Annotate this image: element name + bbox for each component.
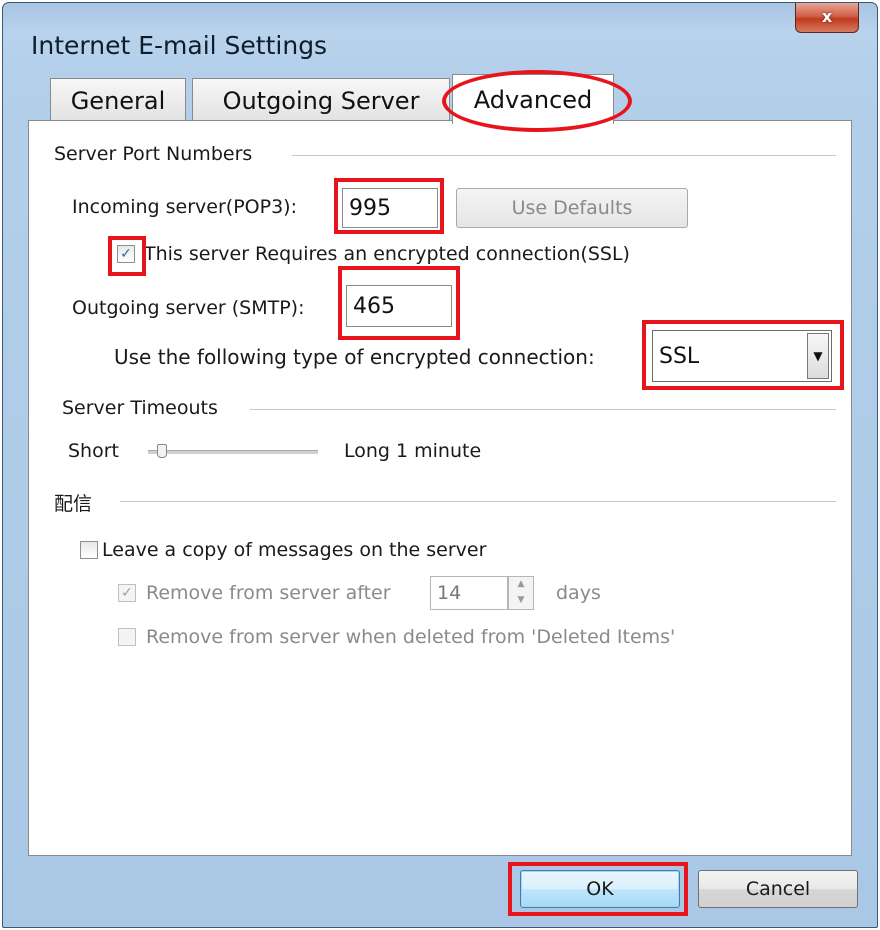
advanced-tab-panel	[28, 120, 852, 856]
close-button[interactable]: x	[795, 3, 859, 33]
ok-button[interactable]: OK	[520, 870, 680, 908]
tab-general[interactable]: General	[50, 78, 186, 122]
days-spinner[interactable]: ▲ ▼	[508, 576, 534, 610]
encryption-type-dropdown[interactable]: SSL ▼	[652, 330, 832, 382]
group-divider-delivery	[120, 501, 836, 502]
chevron-down-icon[interactable]: ▼	[807, 333, 829, 379]
ssl-checkbox-label: This server Requires an encrypted connec…	[144, 243, 630, 265]
group-label-delivery: 配信	[54, 489, 101, 516]
incoming-port-input[interactable]: 995	[342, 188, 438, 228]
remove-after-days-input[interactable]: 14	[430, 576, 508, 610]
encryption-type-value: SSL	[659, 343, 700, 369]
remove-after-checkbox[interactable]: ✓	[118, 584, 136, 602]
remove-deleted-checkbox[interactable]	[118, 628, 136, 646]
spin-down-icon[interactable]: ▼	[509, 593, 533, 609]
group-divider-ports	[292, 155, 836, 156]
tab-outgoing-server[interactable]: Outgoing Server	[192, 78, 450, 122]
outgoing-server-label: Outgoing server (SMTP):	[72, 297, 305, 319]
days-label: days	[556, 582, 601, 604]
outgoing-port-input[interactable]: 465	[346, 285, 452, 327]
leave-copy-checkbox[interactable]	[80, 541, 98, 559]
group-label-server-timeouts: Server Timeouts	[62, 397, 226, 419]
group-divider-timeouts	[250, 409, 836, 410]
encryption-type-label: Use the following type of encrypted conn…	[114, 345, 595, 369]
tab-advanced[interactable]: Advanced	[452, 74, 614, 124]
incoming-server-label: Incoming server(POP3):	[72, 196, 297, 218]
remove-deleted-label: Remove from server when deleted from 'De…	[146, 626, 676, 648]
remove-after-label: Remove from server after	[146, 582, 391, 604]
title-bar: Internet E-mail Settings x	[3, 3, 877, 77]
timeout-slider-thumb[interactable]	[156, 444, 167, 458]
spin-up-icon[interactable]: ▲	[509, 577, 533, 593]
timeout-short-label: Short	[68, 440, 119, 462]
timeout-slider-track[interactable]	[148, 450, 318, 454]
group-label-server-port-numbers: Server Port Numbers	[54, 143, 261, 165]
timeout-long-label: Long 1 minute	[344, 440, 482, 462]
cancel-button[interactable]: Cancel	[698, 870, 858, 908]
window-title: Internet E-mail Settings	[31, 31, 328, 60]
ssl-checkbox[interactable]: ✓	[117, 245, 135, 263]
leave-copy-label: Leave a copy of messages on the server	[102, 539, 487, 561]
use-defaults-button[interactable]: Use Defaults	[456, 188, 688, 228]
